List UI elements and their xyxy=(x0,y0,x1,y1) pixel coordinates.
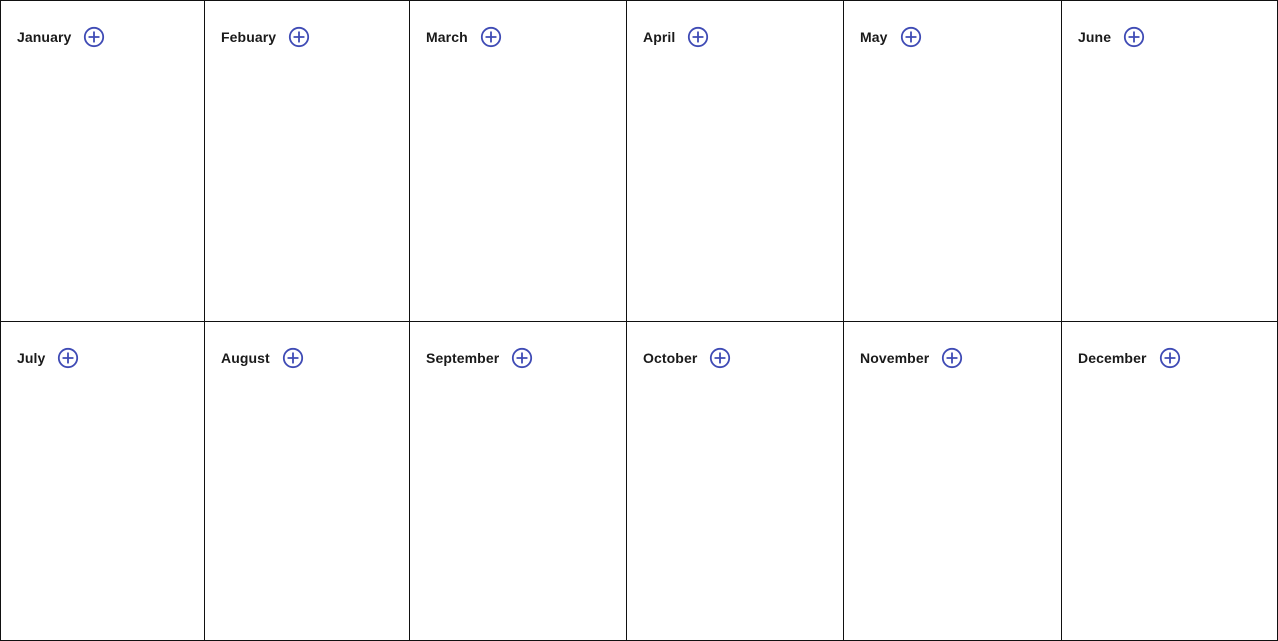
month-title: December xyxy=(1078,350,1147,366)
plus-circle-icon xyxy=(1159,347,1180,369)
month-cell-january: January xyxy=(0,0,205,322)
month-title: January xyxy=(17,29,72,45)
month-cell-may: May xyxy=(843,0,1062,322)
month-header: March xyxy=(426,25,502,49)
plus-circle-icon xyxy=(289,26,310,48)
add-event-button[interactable] xyxy=(687,26,709,48)
month-title: May xyxy=(860,29,888,45)
month-cell-september: September xyxy=(409,321,627,641)
month-title: July xyxy=(17,350,46,366)
add-event-button[interactable] xyxy=(900,26,922,48)
month-title: June xyxy=(1078,29,1112,45)
plus-circle-icon xyxy=(480,26,501,48)
add-event-button[interactable] xyxy=(57,347,79,369)
add-event-button[interactable] xyxy=(1123,26,1145,48)
month-header: January xyxy=(17,25,105,49)
add-event-button[interactable] xyxy=(1159,347,1181,369)
plus-circle-icon xyxy=(900,26,921,48)
month-cell-june: June xyxy=(1061,0,1278,322)
plus-circle-icon xyxy=(942,347,963,369)
month-title: November xyxy=(860,350,930,366)
add-event-button[interactable] xyxy=(511,347,533,369)
month-cell-march: March xyxy=(409,0,627,322)
month-header: December xyxy=(1078,346,1181,370)
month-header: April xyxy=(643,25,709,49)
add-event-button[interactable] xyxy=(282,347,304,369)
month-title: April xyxy=(643,29,676,45)
month-title: September xyxy=(426,350,500,366)
add-event-button[interactable] xyxy=(83,26,105,48)
plus-circle-icon xyxy=(710,347,731,369)
month-cell-november: November xyxy=(843,321,1062,641)
month-header: November xyxy=(860,346,963,370)
month-header: July xyxy=(17,346,79,370)
month-header: October xyxy=(643,346,731,370)
month-cell-august: August xyxy=(204,321,410,641)
plus-circle-icon xyxy=(58,347,79,369)
month-header: September xyxy=(426,346,533,370)
month-cell-december: December xyxy=(1061,321,1278,641)
month-title: October xyxy=(643,350,698,366)
month-title: Febuary xyxy=(221,29,277,45)
month-header: June xyxy=(1078,25,1145,49)
month-cell-febuary: Febuary xyxy=(204,0,410,322)
add-event-button[interactable] xyxy=(941,347,963,369)
month-title: August xyxy=(221,350,270,366)
month-header: Febuary xyxy=(221,25,310,49)
add-event-button[interactable] xyxy=(709,347,731,369)
plus-circle-icon xyxy=(1123,26,1145,48)
plus-circle-icon xyxy=(84,26,105,48)
add-event-button[interactable] xyxy=(288,26,310,48)
month-header: May xyxy=(860,25,922,49)
month-cell-april: April xyxy=(626,0,844,322)
month-cell-october: October xyxy=(626,321,844,641)
month-cell-july: July xyxy=(0,321,205,641)
month-header: August xyxy=(221,346,304,370)
plus-circle-icon xyxy=(688,26,709,48)
add-event-button[interactable] xyxy=(480,26,502,48)
month-title: March xyxy=(426,29,468,45)
month-planner-grid: January Febuary March April May June July Augus… xyxy=(0,0,1278,641)
plus-circle-icon xyxy=(282,347,303,369)
plus-circle-icon xyxy=(512,347,533,369)
